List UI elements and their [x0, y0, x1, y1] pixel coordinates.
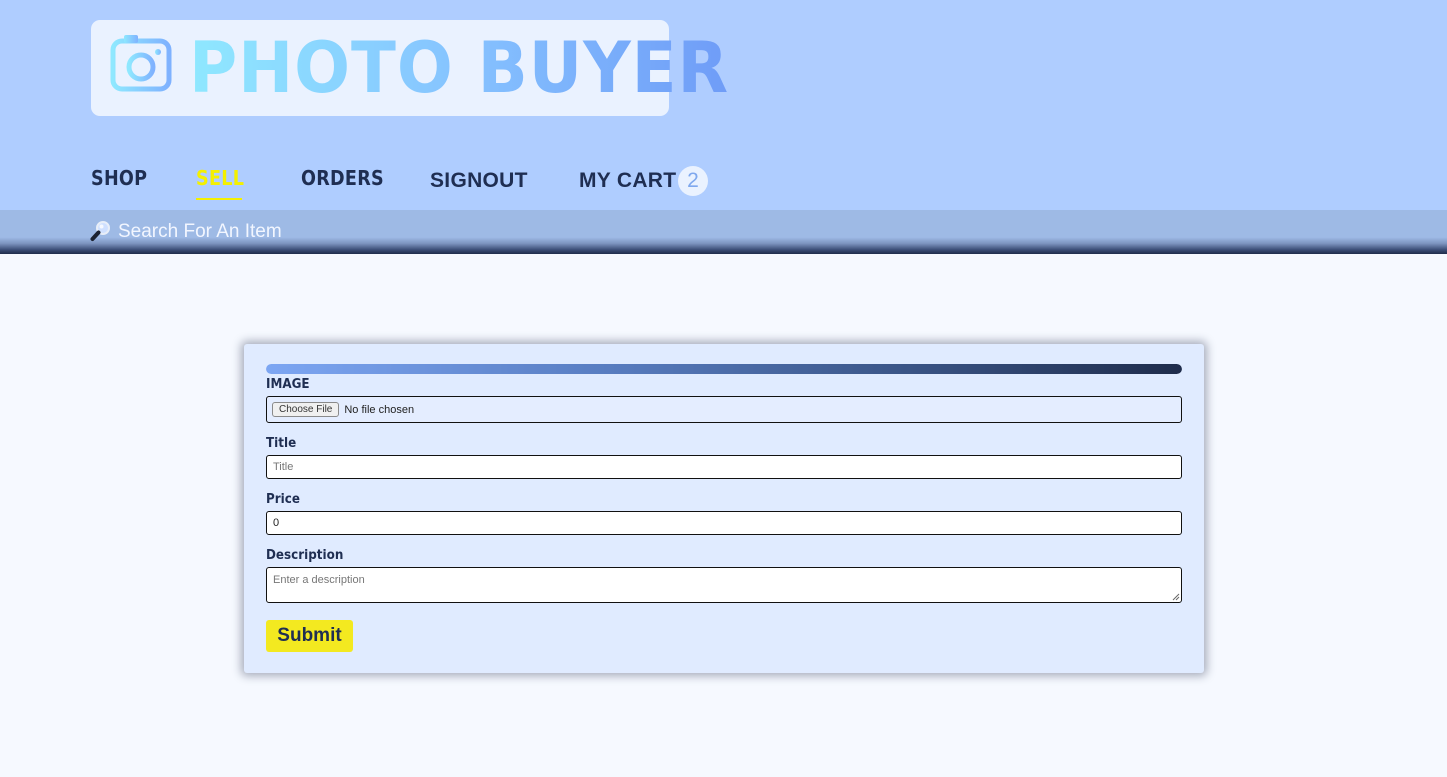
- price-input[interactable]: [266, 511, 1182, 535]
- price-label: Price: [266, 492, 300, 507]
- choose-file-button[interactable]: Choose File: [272, 402, 340, 417]
- nav-signout[interactable]: SIGNOUT: [430, 169, 528, 199]
- magnifier-icon: [90, 221, 110, 241]
- description-label: Description: [266, 548, 344, 563]
- logo[interactable]: PHOTO BUYER: [91, 20, 728, 116]
- image-file-input[interactable]: Choose File No file chosen: [266, 396, 1182, 423]
- sell-form-card: IMAGE Choose File No file chosen Title P…: [244, 344, 1204, 673]
- nav-shop[interactable]: SHOP: [91, 166, 147, 196]
- upload-progress-bar: [266, 364, 1182, 374]
- resize-grip-icon[interactable]: [1172, 593, 1180, 601]
- nav-sell[interactable]: SELL: [196, 166, 244, 196]
- file-status: No file chosen: [344, 403, 415, 416]
- image-label: IMAGE: [266, 377, 310, 392]
- active-nav-underline: [196, 198, 242, 200]
- submit-button[interactable]: Submit: [266, 620, 353, 652]
- search-input[interactable]: [118, 219, 518, 245]
- description-textarea[interactable]: [266, 567, 1182, 603]
- title-label: Title: [266, 436, 297, 451]
- upload-progress-fill: [266, 364, 1182, 374]
- cart-count-badge[interactable]: 2: [678, 166, 708, 196]
- nav-my-cart[interactable]: MY CART: [579, 169, 676, 199]
- title-input[interactable]: [266, 455, 1182, 479]
- camera-icon: [110, 35, 172, 92]
- brand-name: PHOTO BUYER: [189, 27, 730, 109]
- nav-orders[interactable]: ORDERS: [301, 166, 384, 196]
